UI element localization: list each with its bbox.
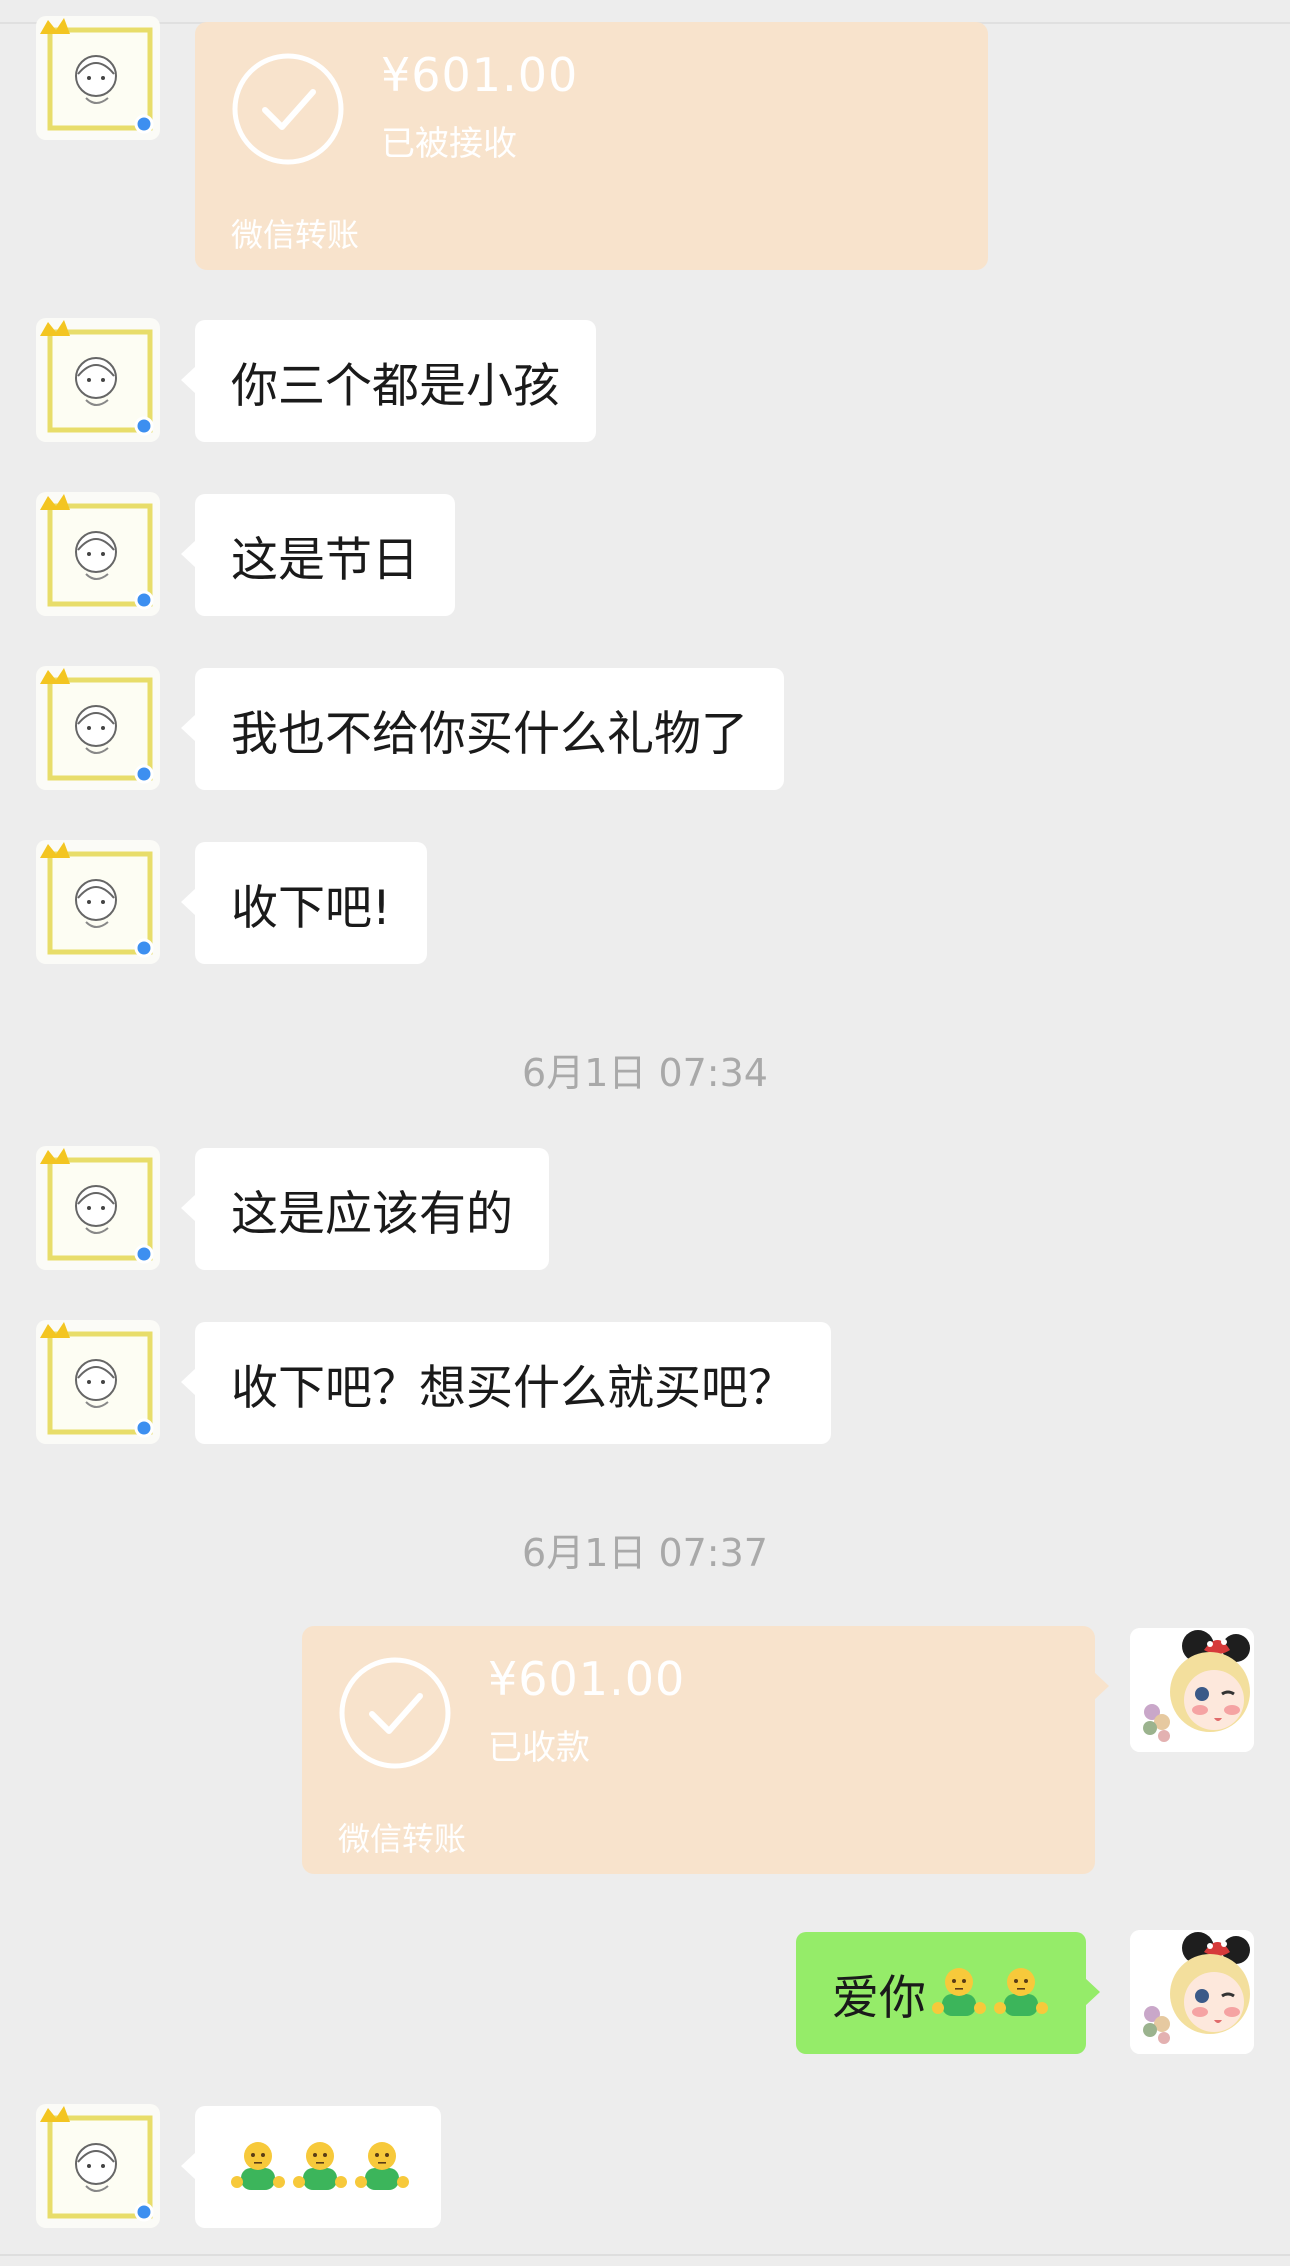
contact-avatar[interactable]	[36, 318, 160, 442]
contact-avatar[interactable]	[36, 2104, 160, 2228]
message-bubble[interactable]: 这是节日	[181, 494, 455, 616]
message-text: 这是应该有的	[231, 1186, 513, 1242]
message-text: 你三个都是小孩	[231, 358, 560, 414]
check-circle-icon	[232, 53, 344, 165]
person-emoji-icon	[994, 1968, 1048, 2016]
message-bubble-outgoing[interactable]: 爱你	[796, 1932, 1100, 2054]
transfer-card-collected[interactable]: ¥601.00 已收款 微信转账	[302, 1626, 1109, 1874]
transfer-status: 已收款	[488, 1728, 590, 1768]
message-bubble[interactable]: 收下吧!	[181, 842, 427, 964]
message-bubble[interactable]	[181, 2106, 441, 2228]
message-text: 我也不给你买什么礼物了	[231, 706, 748, 762]
contact-avatar[interactable]	[36, 1146, 160, 1270]
message-text: 收下吧？想买什么就买吧？	[231, 1360, 795, 1416]
crowned-cartoon-avatar-icon	[40, 1148, 154, 1264]
contact-avatar[interactable]	[36, 840, 160, 964]
transfer-status: 已被接收	[381, 124, 517, 164]
contact-avatar[interactable]	[36, 666, 160, 790]
anime-girl-avatar-icon	[1130, 1628, 1254, 1752]
message-bubble[interactable]: 我也不给你买什么礼物了	[181, 668, 784, 790]
crowned-cartoon-avatar-icon	[40, 668, 154, 784]
contact-avatar[interactable]	[36, 492, 160, 616]
message-text: 这是节日	[231, 532, 419, 588]
transfer-amount: ¥601.00	[381, 48, 579, 102]
transfer-amount: ¥601.00	[488, 1652, 686, 1706]
chat-timestamp: 6月1日 07:37	[522, 1531, 768, 1575]
person-emoji-icon	[355, 2142, 409, 2190]
bottom-divider	[0, 2254, 1290, 2256]
crowned-cartoon-avatar-icon	[40, 842, 154, 958]
chat-timestamp: 6月1日 07:34	[522, 1051, 768, 1095]
check-circle-icon	[339, 1657, 451, 1769]
contact-avatar[interactable]	[36, 1320, 160, 1444]
transfer-footer: 微信转账	[231, 216, 360, 254]
self-avatar[interactable]	[1130, 1930, 1254, 2054]
crowned-cartoon-avatar-icon	[40, 320, 154, 436]
person-emoji-icon	[932, 1968, 986, 2016]
crowned-cartoon-avatar-icon	[40, 2106, 154, 2222]
transfer-footer: 微信转账	[338, 1820, 467, 1858]
message-bubble[interactable]: 收下吧？想买什么就买吧？	[181, 1322, 831, 1444]
contact-avatar[interactable]	[36, 16, 160, 140]
message-text: 爱你	[832, 1970, 926, 2026]
anime-girl-avatar-icon	[1130, 1930, 1254, 2054]
message-bubble[interactable]: 这是应该有的	[181, 1148, 549, 1270]
person-emoji-icon	[231, 2142, 285, 2190]
crowned-cartoon-avatar-icon	[40, 18, 154, 134]
self-avatar[interactable]	[1130, 1628, 1254, 1752]
message-text: 收下吧!	[231, 880, 391, 936]
transfer-card-received[interactable]: ¥601.00 已被接收 微信转账	[195, 22, 988, 270]
crowned-cartoon-avatar-icon	[40, 494, 154, 610]
person-emoji-icon	[293, 2142, 347, 2190]
crowned-cartoon-avatar-icon	[40, 1322, 154, 1438]
message-bubble[interactable]: 你三个都是小孩	[181, 320, 596, 442]
